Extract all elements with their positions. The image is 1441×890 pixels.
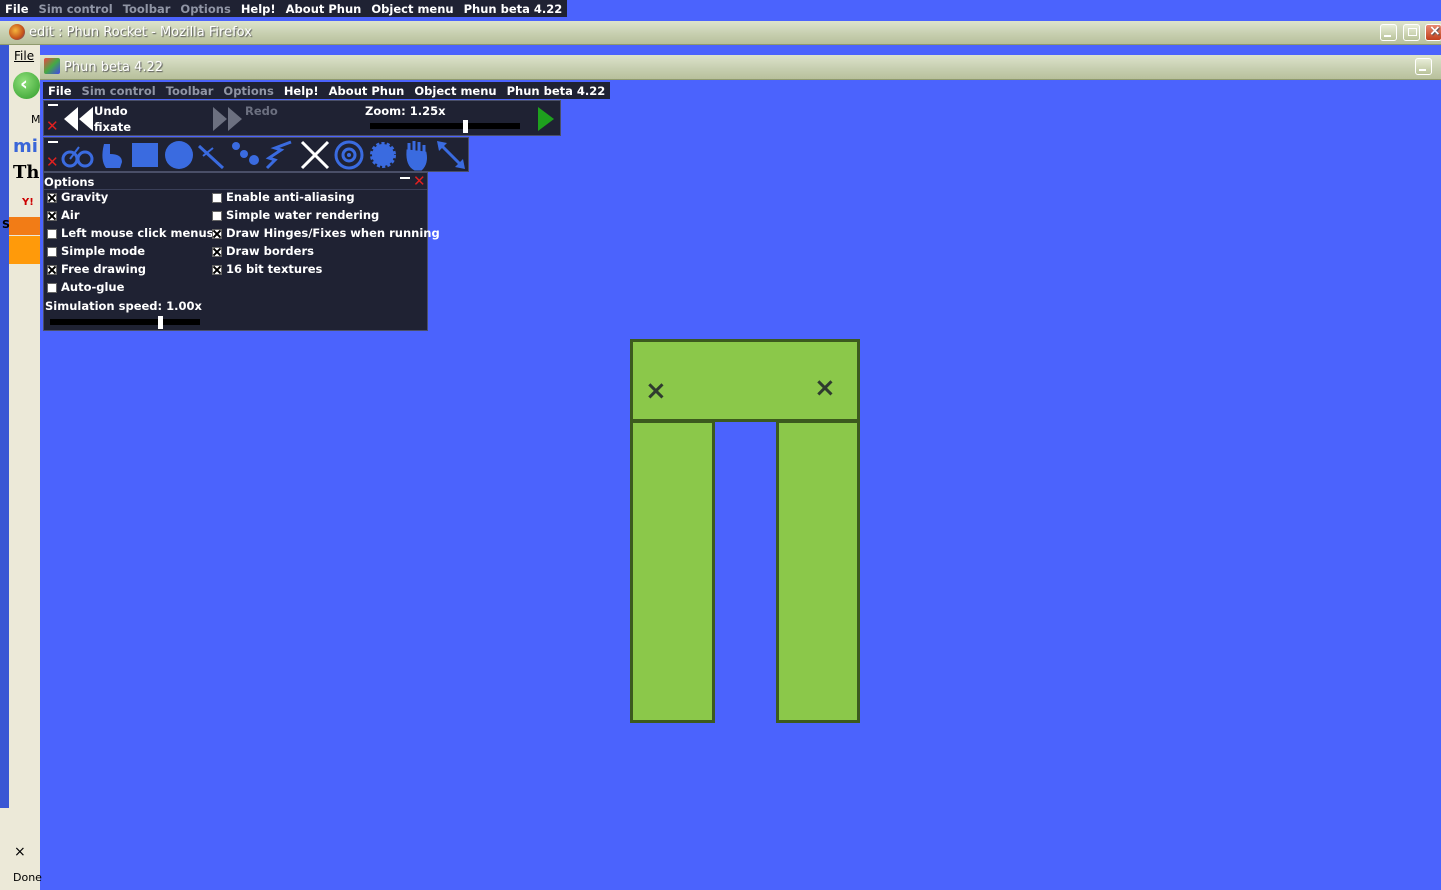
simple-mode-label[interactable]: Simple mode: [61, 244, 145, 258]
menu-toolbar[interactable]: Toolbar: [161, 83, 219, 99]
16-bit-textures-label[interactable]: 16 bit textures: [226, 262, 322, 276]
menu-object-menu[interactable]: Object menu: [409, 83, 501, 99]
left-mouse-click-menus-checkbox[interactable]: [47, 229, 57, 239]
top-menubar: File Sim control Toolbar Options Help! About …: [0, 0, 568, 17]
gear-tool-icon[interactable]: [368, 140, 398, 170]
simple-water-rendering-checkbox[interactable]: [212, 211, 222, 221]
simple-mode-checkbox[interactable]: [47, 247, 57, 257]
menu-about-phun[interactable]: About Phun: [324, 83, 410, 99]
fixate-tool-icon[interactable]: [299, 139, 331, 171]
toolbar-close[interactable]: ✕: [46, 155, 59, 170]
bookmark-item-2[interactable]: mi: [13, 136, 38, 157]
phun-app-icon: [44, 58, 60, 74]
fixate-marker-left[interactable]: ×: [645, 378, 667, 404]
undo-label[interactable]: Undo: [94, 104, 128, 118]
bookmark-item-1[interactable]: M: [31, 113, 41, 126]
back-button[interactable]: ‹: [13, 72, 40, 99]
close-button[interactable]: ×: [1425, 23, 1441, 41]
yahoo-icon[interactable]: Y!: [22, 197, 36, 208]
firefox-window-title: edit : Phun Rocket - Mozilla Firefox: [29, 25, 252, 40]
fixate-marker-right[interactable]: ×: [814, 375, 836, 401]
left-mouse-click-menus-label[interactable]: Left mouse click menus: [61, 226, 214, 240]
tab-close-button[interactable]: ×: [14, 844, 26, 860]
air-label[interactable]: Air: [61, 208, 80, 222]
undo-action-label: fixate: [94, 120, 131, 134]
plane-tool-icon[interactable]: [197, 140, 225, 170]
top-menu-options[interactable]: Options: [175, 1, 235, 17]
firefox-titlebar: edit : Phun Rocket - Mozilla Firefox ×: [0, 21, 1441, 45]
air-checkbox[interactable]: [47, 211, 57, 221]
16-bit-textures-checkbox[interactable]: [212, 265, 222, 275]
free-drawing-label[interactable]: Free drawing: [61, 262, 146, 276]
zoom-slider-knob[interactable]: [463, 120, 468, 133]
sim-speed-slider-knob[interactable]: [158, 316, 163, 329]
top-menu-sim-control[interactable]: Sim control: [34, 1, 118, 17]
bookmark-item-3[interactable]: Th: [13, 162, 39, 183]
phun-minimize-button[interactable]: [1415, 58, 1432, 75]
top-menu-about-phun[interactable]: About Phun: [281, 1, 367, 17]
sim-panel-minimize[interactable]: [48, 104, 58, 106]
auto-glue-label[interactable]: Auto-glue: [61, 280, 124, 294]
gravity-label[interactable]: Gravity: [61, 190, 108, 204]
redo-label[interactable]: Redo: [245, 104, 278, 118]
circle-tool-icon[interactable]: [163, 139, 195, 171]
sim-control-panel: ✕ Undo fixate Redo Zoom: 1.25x: [43, 100, 561, 136]
options-close[interactable]: ✕: [413, 174, 426, 189]
menu-file[interactable]: File: [43, 83, 77, 99]
back-arrow-icon: ‹: [20, 73, 28, 95]
box-tool-icon[interactable]: [130, 141, 160, 169]
hinge-tool-icon[interactable]: [333, 139, 365, 171]
options-title: Options: [44, 175, 95, 189]
move-tool-icon[interactable]: [435, 139, 467, 171]
rocket-right-leg[interactable]: [776, 420, 860, 723]
zoom-label: Zoom: 1.25x: [365, 104, 446, 118]
enable-anti-aliasing-checkbox[interactable]: [212, 193, 222, 203]
play-icon[interactable]: [536, 105, 556, 133]
inner-menubar: File Sim control Toolbar Options Help! About …: [43, 82, 611, 99]
menu-phun-beta-4-22[interactable]: Phun beta 4.22: [502, 83, 611, 99]
drag-tool-icon[interactable]: [61, 141, 95, 169]
chain-tool-icon[interactable]: [230, 140, 262, 170]
firefox-file-menu[interactable]: File: [14, 49, 34, 63]
sim-panel-close[interactable]: ✕: [46, 119, 59, 134]
draw-borders-checkbox[interactable]: [212, 247, 222, 257]
top-menu-file[interactable]: File: [0, 1, 34, 17]
menu-sim-control[interactable]: Sim control: [77, 83, 161, 99]
orange-block-top: [9, 217, 40, 235]
menu-help[interactable]: Help!: [279, 83, 324, 99]
phun-titlebar: Phun beta 4.22: [40, 55, 1441, 80]
gravity-checkbox[interactable]: [47, 193, 57, 203]
spring-tool-icon[interactable]: [265, 140, 295, 170]
firefox-icon: [9, 24, 25, 40]
top-menu-toolbar[interactable]: Toolbar: [118, 1, 176, 17]
zoom-slider-track[interactable]: [370, 123, 520, 129]
undo-icon[interactable]: [62, 105, 94, 133]
top-menu-help[interactable]: Help!: [236, 1, 281, 17]
enable-anti-aliasing-label[interactable]: Enable anti-aliasing: [226, 190, 355, 204]
orange-block-bottom: [9, 236, 40, 264]
phun-window-title: Phun beta 4.22: [64, 60, 164, 75]
free-drawing-checkbox[interactable]: [47, 265, 57, 275]
toolbar-minimize[interactable]: [48, 141, 58, 143]
auto-glue-checkbox[interactable]: [47, 283, 57, 293]
sim-speed-label: Simulation speed: 1.00x: [45, 299, 202, 313]
draw-borders-label[interactable]: Draw borders: [226, 244, 314, 258]
sim-speed-slider-track[interactable]: [50, 319, 200, 325]
simple-water-rendering-label[interactable]: Simple water rendering: [226, 208, 379, 222]
options-minimize[interactable]: [400, 177, 410, 179]
redo-icon[interactable]: [212, 105, 244, 133]
menu-options[interactable]: Options: [218, 83, 278, 99]
minimize-button[interactable]: [1380, 24, 1397, 41]
top-menu-phun-beta-4-22[interactable]: Phun beta 4.22: [459, 1, 568, 17]
hand-tool-icon[interactable]: [403, 139, 431, 171]
brush-tool-icon[interactable]: [98, 140, 126, 170]
top-menu-object-menu[interactable]: Object menu: [366, 1, 458, 17]
draw-hinges-fixes-when-running-label[interactable]: Draw Hinges/Fixes when running: [226, 226, 440, 240]
status-text: Done: [13, 871, 42, 884]
draw-hinges-fixes-when-running-checkbox[interactable]: [212, 229, 222, 239]
restore-button[interactable]: [1403, 24, 1420, 41]
rocket-left-leg[interactable]: [630, 420, 715, 723]
firefox-left-blue-edge: [0, 44, 9, 808]
bookmark-item-4: S: [2, 218, 10, 231]
